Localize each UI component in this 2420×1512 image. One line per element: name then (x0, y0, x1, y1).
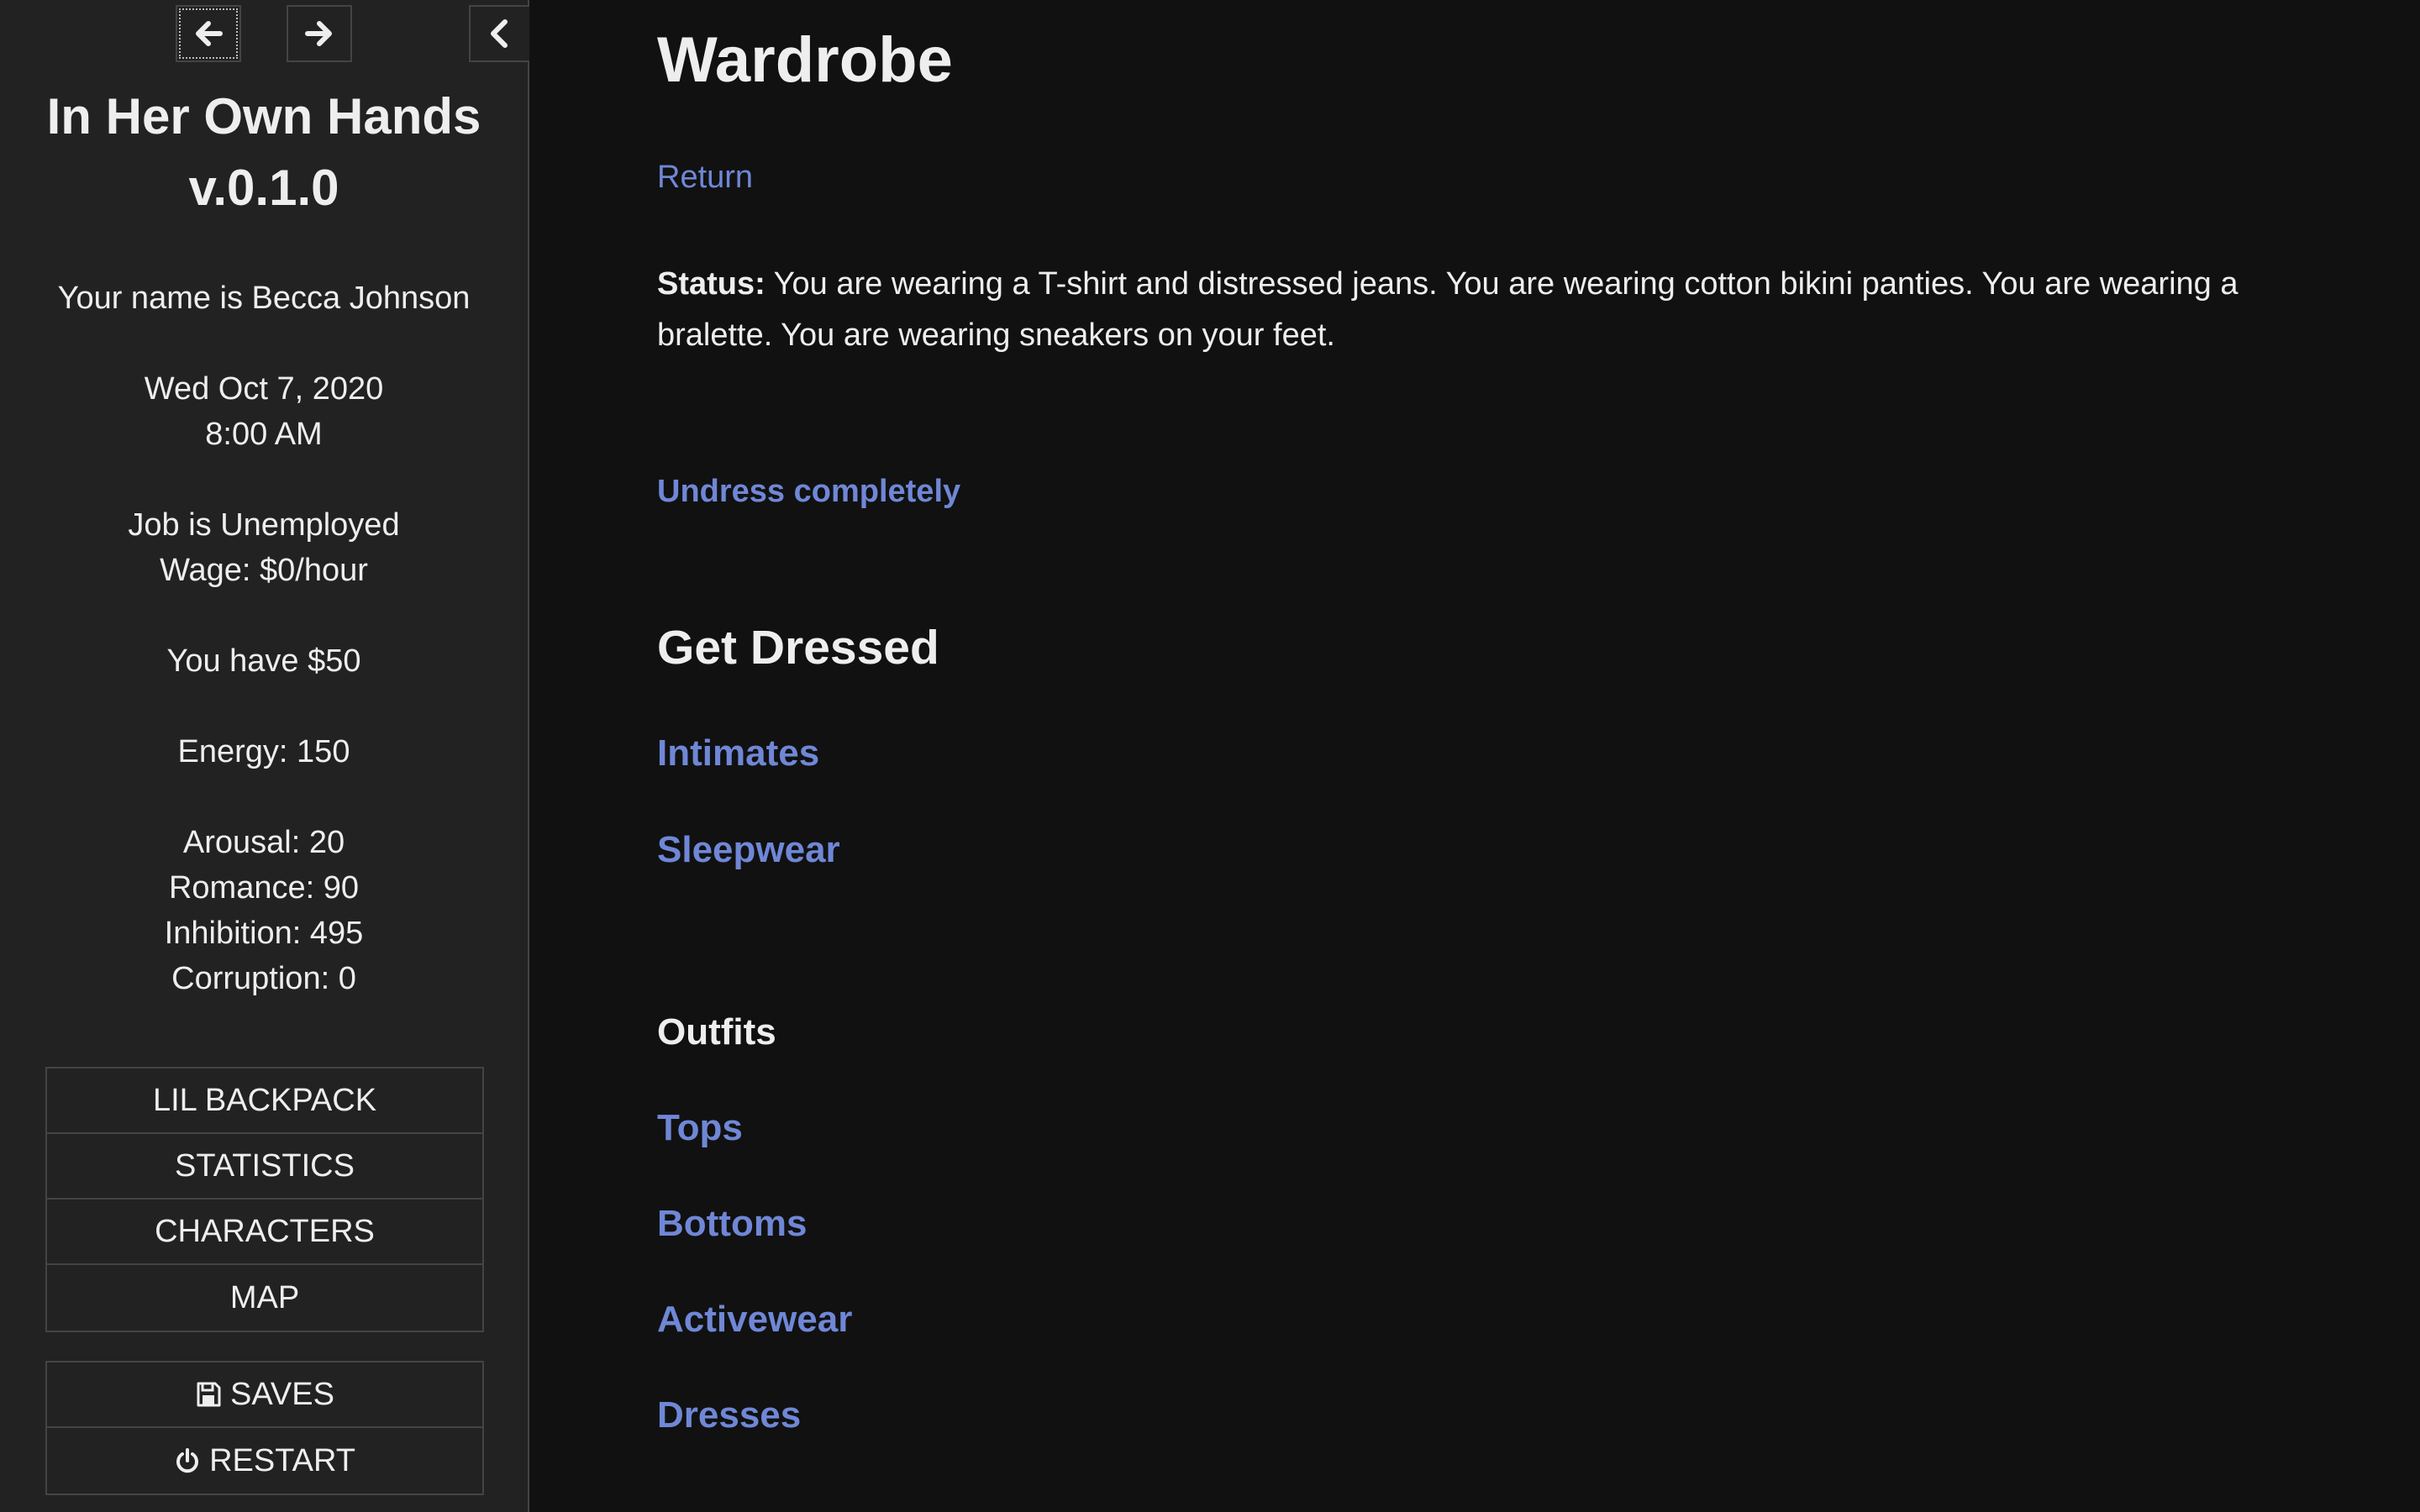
date-time: Wed Oct 7, 2020 8:00 AM (17, 366, 511, 457)
tops-link[interactable]: Tops (657, 1107, 743, 1149)
return-link[interactable]: Return (657, 160, 753, 196)
menu-item-map[interactable]: MAP (47, 1265, 482, 1331)
job-status: Job is Unemployed (128, 507, 400, 543)
restart-label: RESTART (209, 1442, 355, 1478)
money: You have $50 (166, 643, 361, 679)
job-info: Job is Unemployed Wage: $0/hour (17, 502, 511, 593)
story-menu: LIL BACKPACK STATISTICS CHARACTERS MAP (45, 1067, 484, 1332)
romance-stat: Romance: 90 (168, 870, 359, 906)
menu-item-characters[interactable]: CHARACTERS (47, 1200, 482, 1265)
menu-item-statistics[interactable]: STATISTICS (47, 1134, 482, 1200)
bottoms-link[interactable]: Bottoms (657, 1203, 807, 1245)
player-name: Your name is Becca Johnson (57, 281, 471, 316)
floppy-disk-icon (197, 1382, 221, 1407)
story-caption: Your name is Becca Johnson Wed Oct 7, 20… (17, 276, 511, 1001)
chevron-left-icon (491, 19, 508, 48)
status-text: Status: You are wearing a T-shirt and di… (657, 259, 2254, 361)
energy-stat: Energy: 150 (177, 734, 350, 769)
get-dressed-heading: Get Dressed (657, 621, 939, 675)
sidebar: In Her Own Hands v.0.1.0 Your name is Be… (0, 0, 529, 1512)
current-date: Wed Oct 7, 2020 (144, 371, 384, 407)
outfits-heading: Outfits (657, 1011, 776, 1053)
dresses-link[interactable]: Dresses (657, 1394, 801, 1436)
status-description: You are wearing a T-shirt and distressed… (657, 266, 2238, 353)
saves-label: SAVES (230, 1376, 334, 1412)
corruption-stat: Corruption: 0 (171, 961, 356, 996)
story-title: In Her Own Hands v.0.1.0 (46, 88, 481, 216)
sidebar-toggle-button[interactable] (469, 5, 529, 62)
saves-button[interactable]: SAVES (47, 1362, 482, 1428)
inhibition-stat: Inhibition: 495 (164, 916, 364, 951)
restart-button[interactable]: RESTART (47, 1428, 482, 1494)
menu-item-backpack[interactable]: LIL BACKPACK (47, 1068, 482, 1134)
sleepwear-link[interactable]: Sleepwear (657, 829, 840, 871)
arrow-left-icon (196, 21, 223, 46)
power-icon (176, 1448, 199, 1473)
undress-completely-link[interactable]: Undress completely (657, 474, 960, 510)
current-time: 8:00 AM (205, 417, 323, 452)
arousal-stat: Arousal: 20 (182, 825, 345, 860)
arrow-right-icon (305, 21, 332, 46)
history-forward-button[interactable] (287, 5, 352, 62)
page-title: Wardrobe (657, 24, 953, 96)
stats-block: Arousal: 20 Romance: 90 Inhibition: 495 … (17, 820, 511, 1001)
activewear-link[interactable]: Activewear (657, 1299, 852, 1341)
history-back-button[interactable] (176, 5, 241, 62)
status-label: Status: (657, 266, 765, 302)
wage: Wage: $0/hour (160, 553, 368, 588)
intimates-link[interactable]: Intimates (657, 732, 819, 774)
core-menu: SAVES RESTART (45, 1361, 484, 1495)
